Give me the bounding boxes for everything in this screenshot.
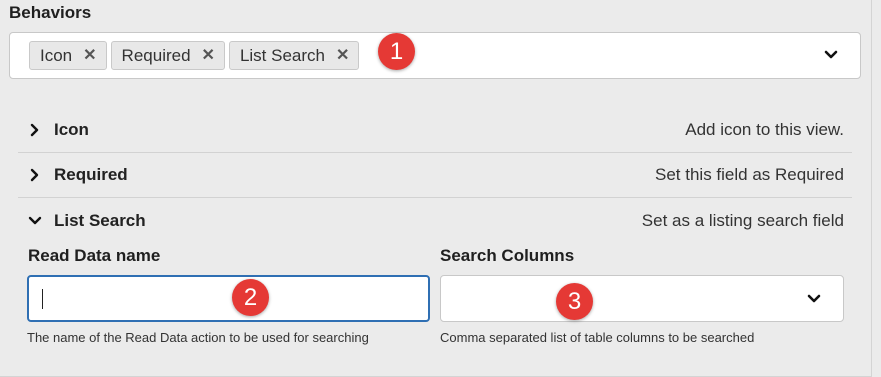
chevron-down-icon	[28, 216, 42, 224]
callout-badge-3: 3	[556, 283, 593, 320]
accordion-item-description: Set this field as Required	[655, 165, 844, 184]
accordion-item-name: Icon	[54, 120, 89, 139]
accordion-item-icon[interactable]: Icon Add icon to this view.	[18, 108, 852, 153]
callout-badge-2: 2	[232, 279, 269, 316]
read-data-name-label: Read Data name	[28, 246, 161, 265]
tag-required: Required ✕	[110, 41, 225, 70]
chevron-right-icon	[30, 123, 39, 137]
remove-tag-icon[interactable]: ✕	[202, 47, 215, 64]
remove-tag-icon[interactable]: ✕	[83, 47, 96, 64]
remove-tag-icon[interactable]: ✕	[336, 47, 349, 64]
tag-icon: Icon ✕	[29, 41, 107, 70]
accordion-item-description: Add icon to this view.	[685, 120, 844, 139]
accordion-item-name: Required	[54, 165, 128, 184]
search-columns-help: Comma separated list of table columns to…	[440, 330, 755, 345]
behaviors-multiselect[interactable]: Icon ✕ Required ✕ List Search ✕	[9, 32, 861, 79]
chevron-down-icon[interactable]	[822, 46, 840, 64]
tag-list-search: List Search ✕	[228, 41, 360, 70]
read-data-name-help: The name of the Read Data action to be u…	[27, 330, 369, 345]
behaviors-panel: Behaviors Icon ✕ Required ✕ List Search …	[0, 0, 872, 377]
tag-label: Required	[121, 45, 191, 65]
accordion-item-name: List Search	[54, 210, 146, 230]
accordion-item-description: Set as a listing search field	[641, 210, 844, 230]
tag-label: Icon	[40, 45, 73, 65]
text-caret	[42, 289, 43, 309]
tag-label: List Search	[239, 45, 325, 65]
chevron-down-icon[interactable]	[805, 290, 823, 308]
search-columns-label: Search Columns	[440, 246, 575, 265]
read-data-name-input[interactable]	[27, 275, 430, 322]
accordion-item-list-search[interactable]: List Search Set as a listing search fiel…	[18, 198, 852, 243]
search-columns-select[interactable]	[440, 275, 844, 322]
callout-badge-1: 1	[378, 33, 415, 70]
chevron-right-icon	[30, 168, 39, 182]
accordion-item-required[interactable]: Required Set this field as Required	[18, 153, 852, 198]
behaviors-title: Behaviors	[9, 3, 92, 22]
